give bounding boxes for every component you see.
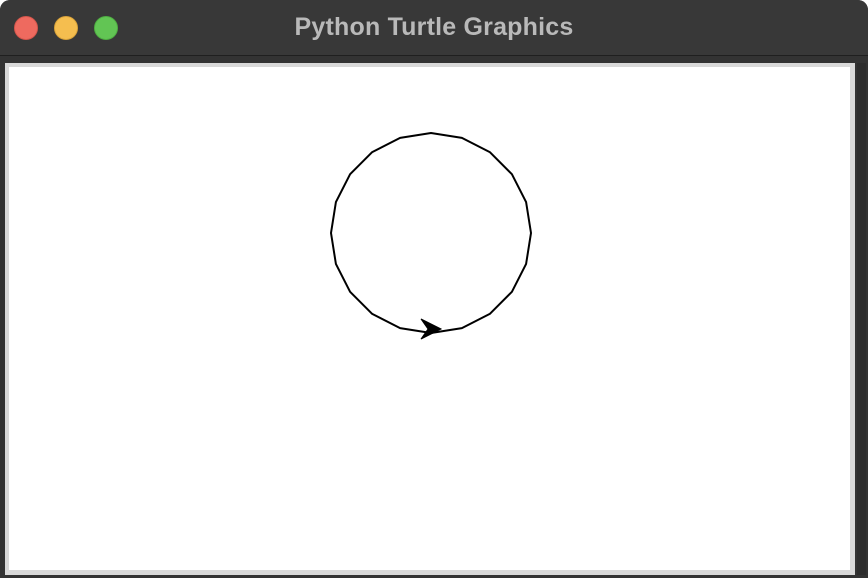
drawn-circle xyxy=(330,132,532,334)
window-body xyxy=(0,56,868,578)
turtle-canvas[interactable] xyxy=(9,67,850,570)
turtle-window: Python Turtle Graphics xyxy=(0,0,868,578)
drawing-surface xyxy=(330,132,532,340)
turtle-arrow-icon xyxy=(420,318,443,340)
window-title: Python Turtle Graphics xyxy=(294,13,574,41)
title-bar[interactable]: Python Turtle Graphics xyxy=(0,0,868,56)
zoom-button[interactable] xyxy=(94,16,118,40)
close-button[interactable] xyxy=(14,16,38,40)
minimize-button[interactable] xyxy=(54,16,78,40)
canvas-edge xyxy=(857,63,866,575)
canvas-border xyxy=(5,63,855,575)
